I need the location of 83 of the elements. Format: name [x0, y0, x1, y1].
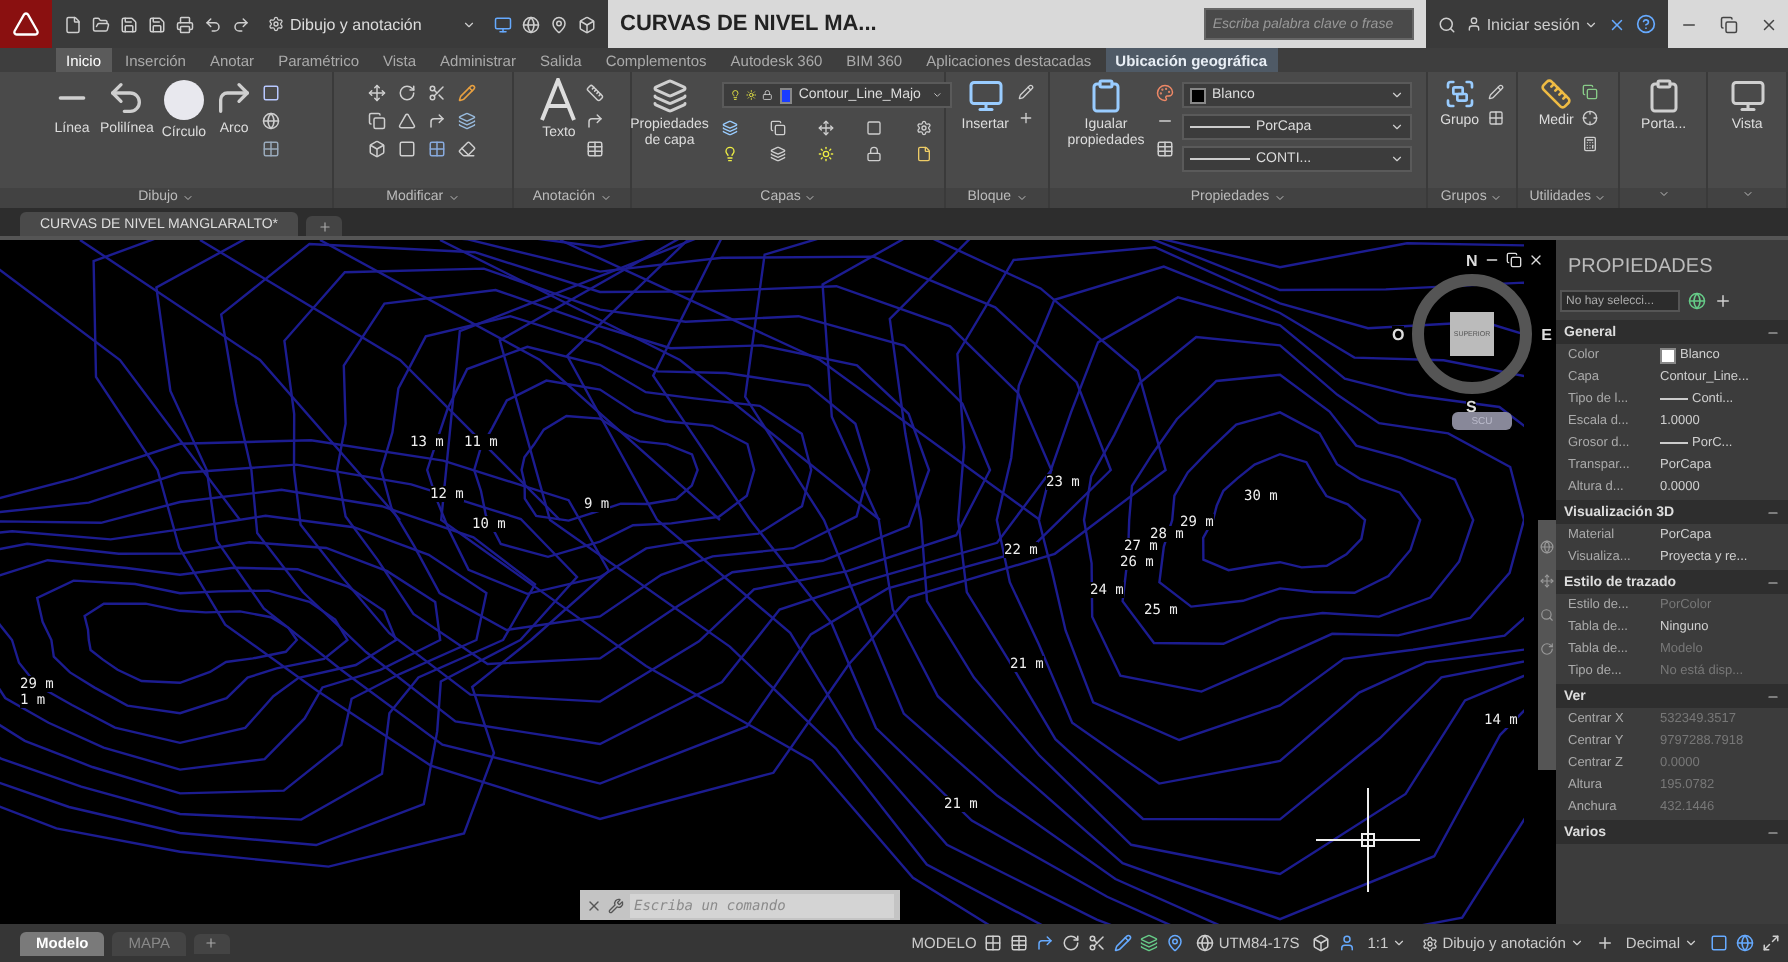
clipboard-icon[interactable]	[1645, 78, 1682, 114]
caret-icon[interactable]	[1392, 936, 1407, 950]
grid-icon[interactable]	[984, 934, 1003, 952]
restore-icon[interactable]	[1719, 15, 1737, 33]
caret-icon[interactable]	[1684, 936, 1698, 950]
new-file-icon[interactable]	[64, 15, 82, 33]
compass-label: N	[1466, 252, 1478, 270]
workspace-dropdown[interactable]: Dibujo y anotación	[262, 15, 482, 33]
plus-icon[interactable]	[317, 219, 332, 233]
ruler-icon[interactable]	[1540, 78, 1573, 110]
open-folder-icon[interactable]	[92, 15, 110, 33]
layer-lock-icon[interactable]	[866, 146, 883, 162]
compass-label: E	[1541, 326, 1552, 344]
restore-icon[interactable]	[1506, 252, 1522, 268]
caret-icon[interactable]	[1584, 17, 1598, 31]
plus-icon[interactable]	[204, 936, 219, 950]
caret-icon[interactable]	[1569, 936, 1584, 950]
caret-icon[interactable]	[1389, 152, 1404, 166]
gear-icon[interactable]	[1422, 935, 1439, 951]
bulb-icon[interactable]	[729, 88, 741, 102]
orbit-icon[interactable]	[1540, 642, 1554, 656]
lock-icon[interactable]	[762, 88, 774, 102]
compass-label: O	[1392, 326, 1405, 344]
caret-icon[interactable]	[932, 88, 944, 102]
table-icon[interactable]	[586, 140, 605, 158]
move-icon[interactable]	[368, 84, 387, 102]
globe-icon[interactable]	[522, 15, 540, 33]
add-tab-button[interactable]	[306, 216, 343, 236]
layer-square-icon[interactable]	[866, 120, 883, 136]
letter-a-icon[interactable]	[538, 78, 579, 122]
gear-icon[interactable]	[268, 16, 284, 32]
point-icon[interactable]	[1581, 110, 1598, 126]
layer-sun-icon[interactable]	[818, 146, 835, 162]
globe-icon[interactable]	[1196, 934, 1215, 952]
panel-title: PROPIEDADES	[1566, 254, 1715, 282]
window-title: CURVAS DE NIVEL MA...	[620, 12, 877, 36]
cube-icon[interactable]	[1311, 934, 1330, 952]
rotate-icon[interactable]	[398, 84, 417, 102]
undo-icon[interactable]	[204, 15, 222, 33]
save-as-icon[interactable]	[148, 15, 166, 33]
search-icon[interactable]	[1438, 15, 1457, 33]
sun-icon[interactable]	[746, 88, 757, 102]
pin-icon[interactable]	[550, 15, 568, 33]
caret-icon[interactable]	[1389, 88, 1404, 102]
box-icon[interactable]	[578, 15, 596, 33]
wrench-icon[interactable]	[608, 897, 624, 913]
calculator-icon[interactable]	[1581, 136, 1598, 152]
select-objects-icon[interactable]	[1714, 292, 1732, 310]
help-icon[interactable]	[1636, 14, 1656, 34]
copy-icon[interactable]	[368, 112, 387, 130]
circle-icon[interactable]	[161, 78, 206, 122]
plus-icon[interactable]	[1595, 934, 1614, 952]
group-edit-icon[interactable]	[1487, 84, 1504, 100]
layer-settings-icon[interactable]	[915, 120, 932, 136]
erase-icon[interactable]	[458, 140, 477, 158]
print-icon[interactable]	[176, 15, 194, 33]
rectangle-icon[interactable]	[262, 84, 281, 102]
location-icon[interactable]	[1166, 934, 1185, 952]
caret-icon[interactable]	[1389, 120, 1404, 134]
pan-icon[interactable]	[1540, 574, 1554, 588]
crosshair-cursor-icon	[1316, 788, 1420, 892]
layer-stack-icon[interactable]	[769, 146, 786, 162]
close-icon[interactable]	[1759, 15, 1777, 33]
fullscreen-icon[interactable]	[1762, 934, 1780, 952]
user-icon[interactable]	[1466, 16, 1483, 32]
save-icon[interactable]	[120, 15, 138, 33]
layer-copy-icon[interactable]	[769, 120, 786, 136]
app-menu-button[interactable]	[0, 0, 52, 48]
layer-move-icon[interactable]	[818, 120, 835, 136]
add-layout-button[interactable]	[193, 933, 230, 953]
trim-icon[interactable]	[428, 84, 447, 102]
arc-icon[interactable]	[214, 78, 255, 118]
app-logo-icon[interactable]	[12, 10, 40, 38]
redo-icon[interactable]	[232, 15, 250, 33]
layers-icon[interactable]	[651, 78, 688, 114]
pencil-icon[interactable]	[458, 84, 477, 102]
group-icon[interactable]	[1443, 78, 1476, 110]
caret-icon[interactable]	[462, 17, 476, 31]
block-edit-icon[interactable]	[1017, 84, 1033, 100]
view-icon[interactable]	[1729, 78, 1766, 114]
layer-bulb-icon[interactable]	[721, 146, 738, 162]
layer-file-icon[interactable]	[915, 146, 932, 162]
sign-in-button[interactable]: Iniciar sesión	[1466, 15, 1598, 33]
